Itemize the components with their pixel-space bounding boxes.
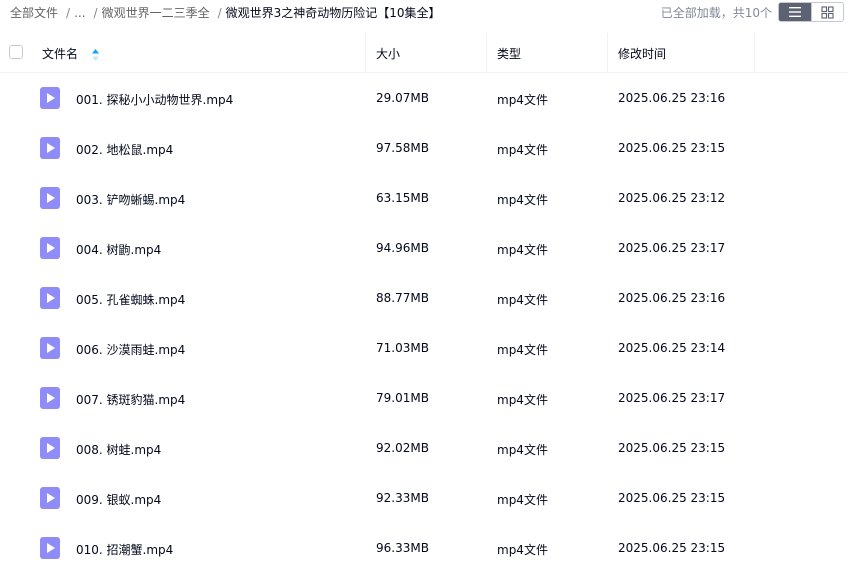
file-modified-time: 2025.06.25 23:16 bbox=[618, 91, 726, 105]
file-size: 79.01MB bbox=[376, 391, 429, 405]
file-type: mp4文件 bbox=[497, 293, 548, 307]
file-modified-time: 2025.06.25 23:17 bbox=[618, 241, 726, 255]
column-divider[interactable] bbox=[365, 33, 366, 73]
file-name[interactable]: 002. 地松鼠.mp4 bbox=[76, 141, 173, 158]
file-type: mp4文件 bbox=[497, 143, 548, 157]
file-row[interactable]: 002. 地松鼠.mp4 97.58MB mp4文件 2025.06.25 23… bbox=[0, 123, 848, 173]
file-name[interactable]: 001. 探秘小小动物世界.mp4 bbox=[76, 91, 233, 108]
file-modified-time: 2025.06.25 23:12 bbox=[618, 191, 726, 205]
sort-arrow-icon bbox=[91, 48, 99, 61]
loaded-count-text: 已全部加载，共10个 bbox=[660, 6, 772, 20]
breadcrumb-parent-link[interactable]: 微观世界一二三季全 bbox=[102, 4, 210, 21]
file-type: mp4文件 bbox=[497, 93, 548, 107]
file-modified-time: 2025.06.25 23:15 bbox=[618, 441, 726, 455]
file-name[interactable]: 010. 招潮蟹.mp4 bbox=[76, 541, 173, 558]
file-size: 92.02MB bbox=[376, 441, 429, 455]
video-file-icon bbox=[40, 237, 60, 259]
file-row[interactable]: 009. 银蚁.mp4 92.33MB mp4文件 2025.06.25 23:… bbox=[0, 473, 848, 523]
breadcrumb: 全部文件 / ... / 微观世界一二三季全 / 微观世界3之神奇动物历险记【1… bbox=[10, 4, 441, 21]
column-divider[interactable] bbox=[486, 33, 487, 73]
file-name[interactable]: 007. 锈斑豹猫.mp4 bbox=[76, 391, 185, 408]
column-header-name-label: 文件名 bbox=[42, 47, 79, 61]
file-size: 88.77MB bbox=[376, 291, 429, 305]
file-size: 63.15MB bbox=[376, 191, 429, 205]
file-modified-time: 2025.06.25 23:15 bbox=[618, 541, 726, 555]
file-row[interactable]: 003. 铲吻蜥蜴.mp4 63.15MB mp4文件 2025.06.25 2… bbox=[0, 173, 848, 223]
file-name[interactable]: 006. 沙漠雨蛙.mp4 bbox=[76, 341, 185, 358]
file-row[interactable]: 007. 锈斑豹猫.mp4 79.01MB mp4文件 2025.06.25 2… bbox=[0, 373, 848, 423]
file-row[interactable]: 010. 招潮蟹.mp4 96.33MB mp4文件 2025.06.25 23… bbox=[0, 523, 848, 563]
breadcrumb-current: 微观世界3之神奇动物历险记【10集全】 bbox=[225, 6, 441, 20]
file-size: 94.96MB bbox=[376, 241, 429, 255]
column-header-modified[interactable]: 修改时间 bbox=[618, 45, 666, 62]
file-row[interactable]: 005. 孔雀蜘蛛.mp4 88.77MB mp4文件 2025.06.25 2… bbox=[0, 273, 848, 323]
file-row[interactable]: 008. 树蛙.mp4 92.02MB mp4文件 2025.06.25 23:… bbox=[0, 423, 848, 473]
list-icon bbox=[788, 7, 801, 17]
view-mode-toggle bbox=[778, 2, 844, 22]
video-file-icon bbox=[40, 487, 60, 509]
video-file-icon bbox=[40, 387, 60, 409]
grid-icon bbox=[821, 5, 834, 19]
video-file-icon bbox=[40, 537, 60, 559]
breadcrumb-root-link[interactable]: 全部文件 bbox=[10, 4, 58, 21]
column-header-name[interactable]: 文件名 bbox=[42, 45, 99, 62]
column-divider[interactable] bbox=[607, 33, 608, 73]
column-header-size[interactable]: 大小 bbox=[376, 45, 400, 62]
video-file-icon bbox=[40, 287, 60, 309]
select-all-checkbox[interactable] bbox=[9, 45, 23, 59]
breadcrumb-separator: / bbox=[217, 5, 222, 20]
list-view-button[interactable] bbox=[779, 3, 811, 21]
file-modified-time: 2025.06.25 23:15 bbox=[618, 491, 726, 505]
video-file-icon bbox=[40, 87, 60, 109]
file-list-header: 文件名 大小 类型 修改时间 bbox=[0, 33, 848, 73]
file-name[interactable]: 009. 银蚁.mp4 bbox=[76, 491, 161, 508]
top-bar: 全部文件 / ... / 微观世界一二三季全 / 微观世界3之神奇动物历险记【1… bbox=[0, 0, 848, 24]
file-modified-time: 2025.06.25 23:15 bbox=[618, 141, 726, 155]
file-name[interactable]: 005. 孔雀蜘蛛.mp4 bbox=[76, 291, 185, 308]
file-row[interactable]: 001. 探秘小小动物世界.mp4 29.07MB mp4文件 2025.06.… bbox=[0, 73, 848, 123]
file-size: 92.33MB bbox=[376, 491, 429, 505]
video-file-icon bbox=[40, 437, 60, 459]
breadcrumb-ellipsis-link[interactable]: ... bbox=[74, 6, 85, 20]
grid-view-button[interactable] bbox=[810, 3, 843, 21]
video-file-icon bbox=[40, 187, 60, 209]
file-modified-time: 2025.06.25 23:16 bbox=[618, 291, 726, 305]
file-type: mp4文件 bbox=[497, 543, 548, 557]
video-file-icon bbox=[40, 337, 60, 359]
file-type: mp4文件 bbox=[497, 343, 548, 357]
file-type: mp4文件 bbox=[497, 243, 548, 257]
file-size: 29.07MB bbox=[376, 91, 429, 105]
file-type: mp4文件 bbox=[497, 393, 548, 407]
file-modified-time: 2025.06.25 23:14 bbox=[618, 341, 726, 355]
video-file-icon bbox=[40, 137, 60, 159]
file-size: 96.33MB bbox=[376, 541, 429, 555]
file-type: mp4文件 bbox=[497, 193, 548, 207]
file-name[interactable]: 003. 铲吻蜥蜴.mp4 bbox=[76, 191, 185, 208]
file-type: mp4文件 bbox=[497, 493, 548, 507]
column-header-type[interactable]: 类型 bbox=[497, 45, 521, 62]
file-size: 97.58MB bbox=[376, 141, 429, 155]
file-type: mp4文件 bbox=[497, 443, 548, 457]
file-name[interactable]: 008. 树蛙.mp4 bbox=[76, 441, 161, 458]
breadcrumb-separator: / bbox=[66, 5, 71, 20]
file-size: 71.03MB bbox=[376, 341, 429, 355]
column-divider[interactable] bbox=[754, 33, 755, 73]
file-row[interactable]: 004. 树鼩.mp4 94.96MB mp4文件 2025.06.25 23:… bbox=[0, 223, 848, 273]
breadcrumb-separator: / bbox=[93, 5, 98, 20]
file-name[interactable]: 004. 树鼩.mp4 bbox=[76, 241, 161, 258]
file-modified-time: 2025.06.25 23:17 bbox=[618, 391, 726, 405]
file-row[interactable]: 006. 沙漠雨蛙.mp4 71.03MB mp4文件 2025.06.25 2… bbox=[0, 323, 848, 373]
